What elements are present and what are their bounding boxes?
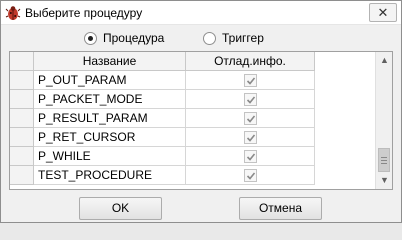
row-header[interactable] bbox=[10, 90, 34, 109]
radio-procedure[interactable]: Процедура bbox=[84, 29, 164, 47]
ok-button[interactable]: OK bbox=[79, 197, 162, 220]
scrollbar-thumb[interactable] bbox=[378, 148, 390, 172]
vertical-scrollbar[interactable]: ▲ ▼ bbox=[375, 52, 392, 189]
radio-trigger-label: Триггер bbox=[222, 31, 264, 45]
title-bar[interactable]: Выберите процедуру ✕ bbox=[1, 1, 401, 25]
procedure-name-cell[interactable]: P_WHILE bbox=[34, 147, 186, 166]
debug-info-cell[interactable] bbox=[186, 71, 315, 90]
close-icon: ✕ bbox=[377, 5, 389, 20]
debug-checkbox[interactable] bbox=[244, 169, 257, 182]
column-header-name[interactable]: Название bbox=[34, 52, 186, 71]
row-header-corner bbox=[10, 52, 34, 71]
row-header[interactable] bbox=[10, 109, 34, 128]
checkmark-icon bbox=[246, 172, 256, 180]
table-row[interactable]: P_WHILE bbox=[10, 147, 315, 166]
procedure-name-cell[interactable]: P_RET_CURSOR bbox=[34, 128, 186, 147]
debug-checkbox[interactable] bbox=[244, 112, 257, 125]
debug-checkbox[interactable] bbox=[244, 93, 257, 106]
row-header[interactable] bbox=[10, 71, 34, 90]
radio-trigger[interactable]: Триггер bbox=[203, 29, 264, 47]
procedure-name-cell[interactable]: TEST_PROCEDURE bbox=[34, 166, 186, 185]
table-row[interactable]: P_RESULT_PARAM bbox=[10, 109, 315, 128]
debug-checkbox[interactable] bbox=[244, 131, 257, 144]
app-bug-icon bbox=[5, 6, 21, 20]
checkmark-icon bbox=[246, 134, 256, 142]
table-row[interactable]: TEST_PROCEDURE bbox=[10, 166, 315, 185]
checkmark-icon bbox=[246, 153, 256, 161]
radio-procedure-label: Процедура bbox=[103, 31, 165, 45]
table-row[interactable]: P_OUT_PARAM bbox=[10, 71, 315, 90]
checkmark-icon bbox=[246, 115, 256, 123]
radio-trigger-circle[interactable] bbox=[203, 31, 216, 45]
scroll-down-icon[interactable]: ▼ bbox=[376, 172, 392, 189]
radio-procedure-circle[interactable] bbox=[84, 31, 97, 45]
window-title: Выберите процедуру bbox=[25, 6, 143, 20]
procedure-name-cell[interactable]: P_PACKET_MODE bbox=[34, 90, 186, 109]
table-row[interactable]: P_PACKET_MODE bbox=[10, 90, 315, 109]
procedures-grid[interactable]: Название Отлад.инфо. P_OUT_PARAM P_PACKE… bbox=[9, 51, 393, 190]
scroll-up-icon[interactable]: ▲ bbox=[376, 52, 392, 69]
procedure-name-cell[interactable]: P_RESULT_PARAM bbox=[34, 109, 186, 128]
debug-info-cell[interactable] bbox=[186, 128, 315, 147]
debug-info-cell[interactable] bbox=[186, 166, 315, 185]
debug-info-cell[interactable] bbox=[186, 90, 315, 109]
table-row[interactable]: P_RET_CURSOR bbox=[10, 128, 315, 147]
checkmark-icon bbox=[246, 96, 256, 104]
row-header[interactable] bbox=[10, 147, 34, 166]
debug-info-cell[interactable] bbox=[186, 109, 315, 128]
column-header-debug-info[interactable]: Отлад.инфо. bbox=[186, 52, 315, 71]
row-header[interactable] bbox=[10, 128, 34, 147]
debug-checkbox[interactable] bbox=[244, 150, 257, 163]
close-button[interactable]: ✕ bbox=[369, 3, 397, 22]
cancel-button[interactable]: Отмена bbox=[239, 197, 322, 220]
dialog-window: Выберите процедуру ✕ Процедура Триггер Н… bbox=[0, 0, 402, 223]
debug-info-cell[interactable] bbox=[186, 147, 315, 166]
row-header[interactable] bbox=[10, 166, 34, 185]
procedure-name-cell[interactable]: P_OUT_PARAM bbox=[34, 71, 186, 90]
debug-checkbox[interactable] bbox=[244, 74, 257, 87]
checkmark-icon bbox=[246, 77, 256, 85]
